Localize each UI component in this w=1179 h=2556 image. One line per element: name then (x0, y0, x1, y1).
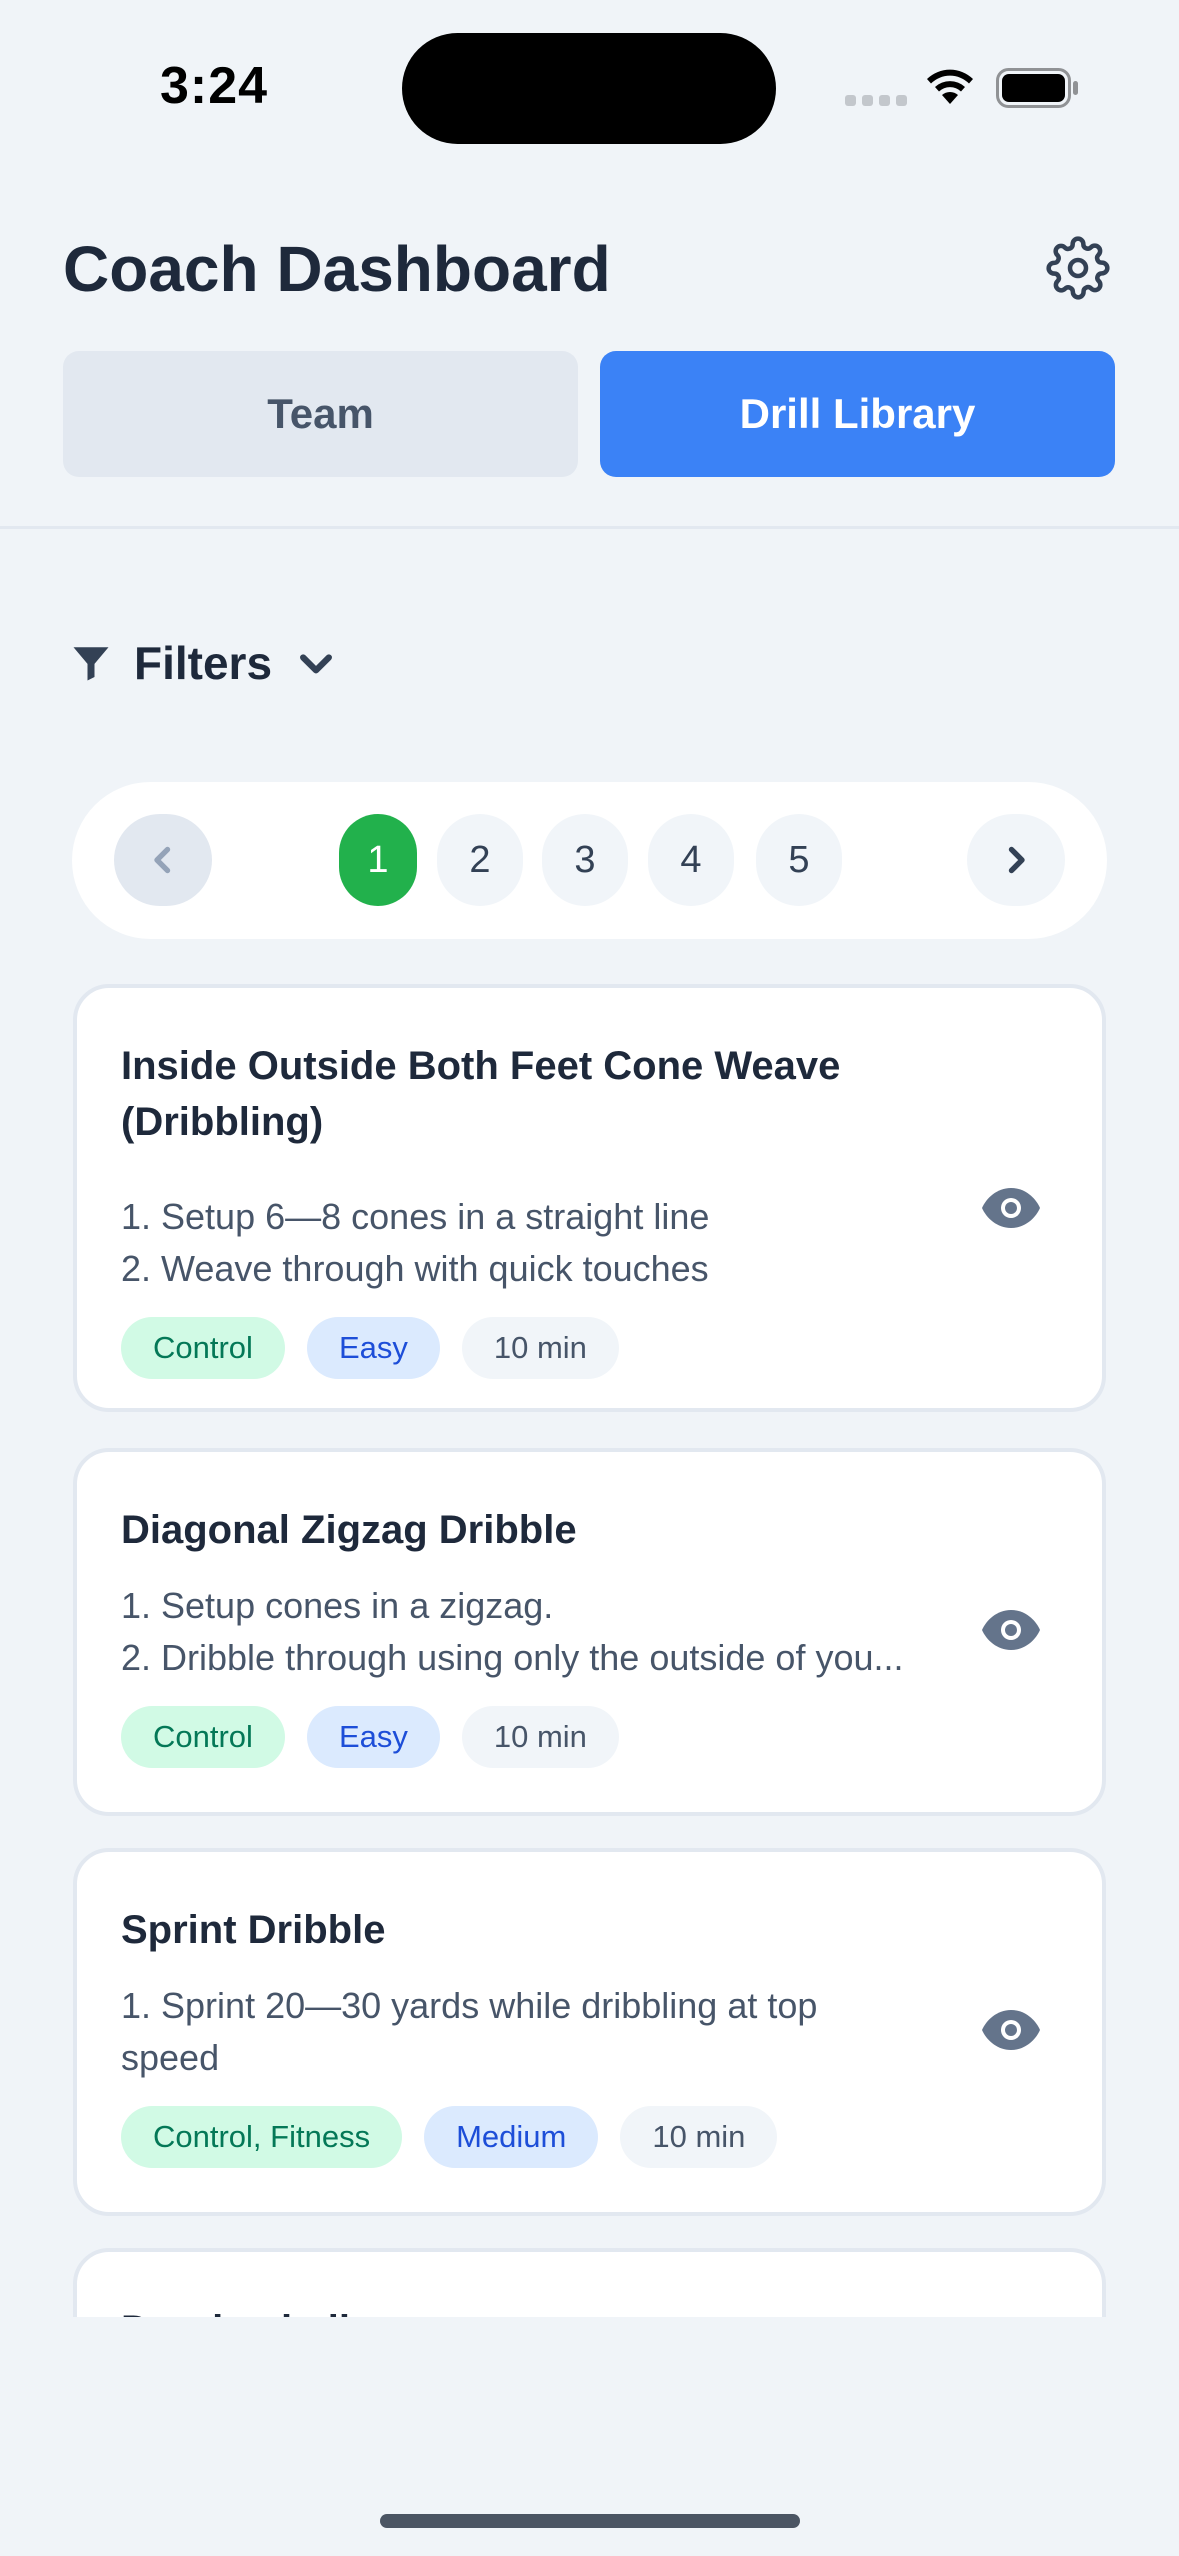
page-button-3[interactable]: 3 (542, 814, 628, 906)
drill-step: 1. Setup cones in a zigzag. (121, 1585, 554, 1626)
chevron-right-icon (1008, 846, 1025, 874)
page-button-1[interactable]: 1 (339, 814, 417, 906)
drill-title: Inside Outside Both Feet Cone Weave (Dri… (121, 1044, 841, 1144)
eye-icon[interactable] (982, 2010, 1040, 2050)
duration-tag: 10 min (461, 1706, 619, 1768)
drill-card[interactable]: Dragback dive (73, 2248, 1106, 2317)
drill-card[interactable]: Inside Outside Both Feet Cone Weave (Dri… (73, 984, 1106, 1412)
focus-tag: Control, Fitness (121, 2106, 403, 2168)
next-page-button[interactable] (967, 814, 1065, 906)
chevron-down-icon (300, 654, 332, 674)
focus-tag: Control (121, 1317, 285, 1379)
previous-page-button[interactable] (114, 814, 212, 906)
gear-icon[interactable] (1046, 236, 1110, 300)
cellular-signal-icon (845, 95, 907, 106)
page-title: Coach Dashboard (63, 233, 611, 305)
pagination: 1 2 3 4 5 (72, 782, 1107, 939)
difficulty-tag: Easy (306, 1317, 440, 1379)
filters-toggle[interactable]: Filters (70, 636, 338, 690)
drill-list[interactable]: Inside Outside Both Feet Cone Weave (Dri… (0, 975, 1179, 2317)
tab-team[interactable]: Team (63, 351, 578, 477)
status-bar: 3:24 (0, 0, 1179, 180)
filter-icon (73, 647, 109, 681)
duration-tag: 10 min (620, 2106, 778, 2168)
drill-tags: Control Easy 10 min (121, 1706, 619, 1768)
drill-step: 2. Weave through with quick touches (121, 1248, 709, 1289)
drill-card[interactable]: Sprint Dribble 1. Sprint 20—30 yards whi… (73, 1848, 1106, 2216)
status-time: 3:24 (160, 57, 269, 115)
page-button-5[interactable]: 5 (756, 814, 842, 906)
difficulty-tag: Easy (306, 1706, 440, 1768)
drill-tags: Control Easy 10 min (121, 1317, 619, 1379)
drill-tags: Control, Fitness Medium 10 min (121, 2106, 778, 2168)
tab-drill-library[interactable]: Drill Library (600, 351, 1115, 477)
drill-title: Diagonal Zigzag Dribble (121, 1508, 577, 1552)
page-button-4[interactable]: 4 (648, 814, 734, 906)
home-indicator[interactable] (380, 2514, 800, 2528)
drill-title: Sprint Dribble (121, 1908, 386, 1952)
drill-step: 1. Setup 6—8 cones in a straight line (121, 1196, 710, 1237)
header-divider (0, 526, 1179, 529)
page-button-2[interactable]: 2 (437, 814, 523, 906)
dynamic-island (402, 33, 776, 144)
filters-label: Filters (134, 637, 273, 689)
drill-step: 1. Sprint 20—30 yards while dribbling at… (121, 1985, 818, 2078)
drill-card[interactable]: Diagonal Zigzag Dribble 1. Setup cones i… (73, 1448, 1106, 1816)
battery-icon (996, 68, 1078, 108)
chevron-left-icon (154, 846, 171, 874)
eye-icon[interactable] (982, 1610, 1040, 1650)
focus-tag: Control (121, 1706, 285, 1768)
wifi-icon (927, 69, 973, 104)
duration-tag: 10 min (461, 1317, 619, 1379)
difficulty-tag: Medium (424, 2106, 599, 2168)
eye-icon[interactable] (982, 1188, 1040, 1228)
drill-title: Dragback dive (121, 2302, 961, 2317)
drill-step: 2. Dribble through using only the outsid… (121, 1637, 904, 1678)
